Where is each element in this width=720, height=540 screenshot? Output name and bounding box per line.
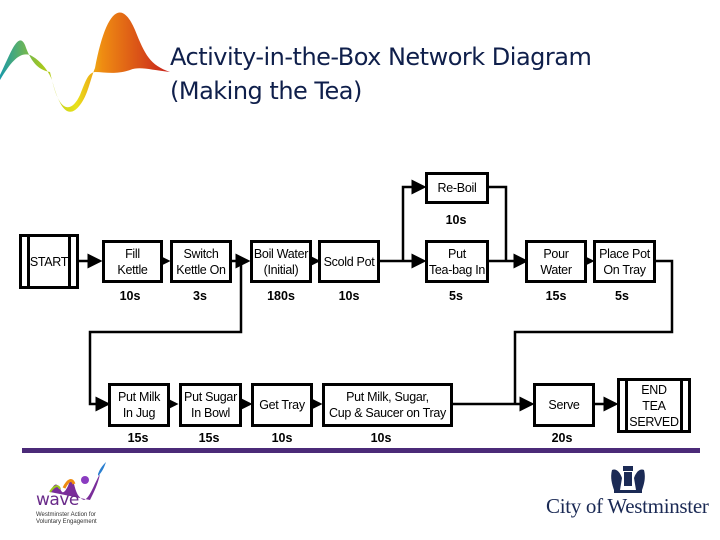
activity-put-sugar-in-bowl: Put Sugar In Bowl <box>179 383 242 427</box>
edge-reboil-pour <box>488 185 508 261</box>
footer-accent-bar <box>22 448 700 453</box>
edge-scold-reboil <box>401 179 427 261</box>
duration-fill-kettle: 10s <box>119 289 141 303</box>
activity-put-milk-in-jug: Put Milk In Jug <box>108 383 170 427</box>
duration-put-tea-bag-in: 5s <box>449 289 463 303</box>
duration-place-pot-on-tray: 5s <box>615 289 629 303</box>
activity-pour-water: Pour Water <box>525 240 587 283</box>
activity-get-tray: Get Tray <box>251 383 313 427</box>
activity-place-pot-on-tray: Place Pot On Tray <box>593 240 656 283</box>
duration-scold-pot: 10s <box>338 289 360 303</box>
duration-get-tray: 10s <box>271 431 293 445</box>
duration-switch-kettle-on: 3s <box>193 289 207 303</box>
duration-put-milk-sugar-cup-saucer: 10s <box>370 431 392 445</box>
activity-fill-kettle: Fill Kettle <box>102 240 163 283</box>
duration-re-boil: 10s <box>445 213 467 227</box>
end-node: END TEA SERVED <box>617 378 691 433</box>
city-of-westminster-wordmark: City of Westminster <box>546 494 709 518</box>
activity-re-boil: Re-Boil <box>425 172 489 204</box>
duration-pour-water: 15s <box>545 289 567 303</box>
duration-put-milk-in-jug: 15s <box>127 431 149 445</box>
duration-put-sugar-in-bowl: 15s <box>198 431 220 445</box>
activity-boil-water: Boil Water (Initial) <box>250 240 312 283</box>
activity-scold-pot: Scold Pot <box>318 240 380 283</box>
duration-serve: 20s <box>551 431 573 445</box>
start-node: START <box>19 234 79 289</box>
activity-put-milk-sugar-cup-saucer: Put Milk, Sugar, Cup & Saucer on Tray <box>322 383 453 427</box>
wave-logo-wordmark: wave <box>36 490 79 510</box>
wave-logo-tagline: Westminster Action for Voluntary Engagem… <box>36 512 97 525</box>
westminster-crest-icon <box>611 466 645 493</box>
duration-boil-water: 180s <box>267 289 295 303</box>
activity-serve: Serve <box>533 383 595 427</box>
activity-switch-kettle-on: Switch Kettle On <box>170 240 232 283</box>
activity-put-tea-bag-in: Put Tea-bag In <box>425 240 489 283</box>
